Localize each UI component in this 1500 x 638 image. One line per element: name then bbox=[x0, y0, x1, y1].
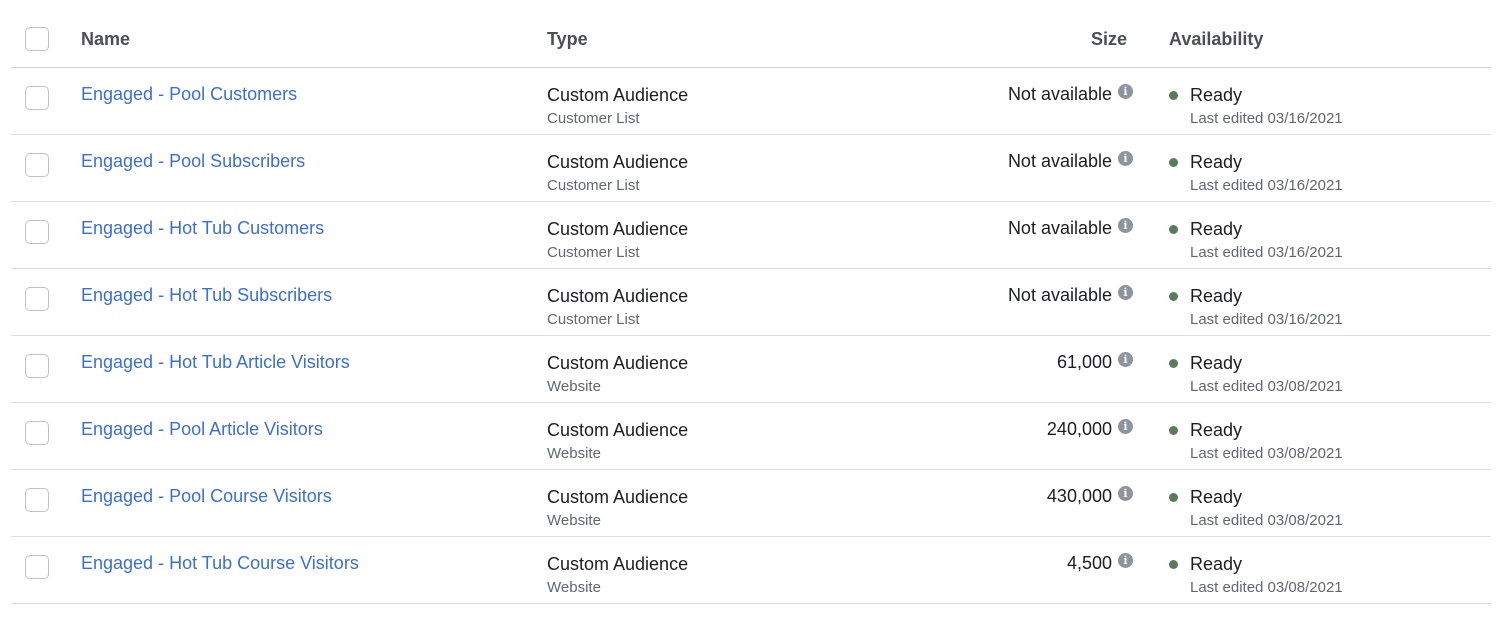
last-edited-text: Last edited 03/16/2021 bbox=[1190, 244, 1343, 261]
last-edited-text: Last edited 03/16/2021 bbox=[1190, 177, 1343, 194]
audience-subtype: Customer List bbox=[547, 244, 640, 261]
size-cell: 61,000 i bbox=[1057, 352, 1133, 373]
audience-size: 4,500 bbox=[1066, 553, 1112, 573]
status-dot-icon bbox=[1169, 225, 1178, 234]
audience-type: Custom Audience bbox=[547, 353, 689, 373]
size-cell: 240,000 i bbox=[1047, 419, 1133, 440]
audience-subtype: Website bbox=[547, 378, 601, 395]
audience-type: Custom Audience bbox=[547, 554, 689, 574]
row-checkbox[interactable] bbox=[25, 555, 49, 579]
status-dot-icon bbox=[1169, 426, 1178, 435]
last-edited-text: Last edited 03/08/2021 bbox=[1190, 579, 1343, 596]
size-cell: 430,000 i bbox=[1047, 486, 1133, 507]
row-checkbox[interactable] bbox=[25, 86, 49, 110]
audience-name-link[interactable]: Engaged - Pool Subscribers bbox=[81, 151, 305, 172]
availability-status: Ready bbox=[1190, 487, 1243, 507]
audience-type: Custom Audience bbox=[547, 420, 689, 440]
row-checkbox[interactable] bbox=[25, 488, 49, 512]
availability-status: Ready bbox=[1190, 286, 1243, 306]
column-header-availability[interactable]: Availability bbox=[1169, 29, 1263, 50]
column-header-name[interactable]: Name bbox=[81, 29, 130, 50]
row-checkbox[interactable] bbox=[25, 287, 49, 311]
last-edited-text: Last edited 03/08/2021 bbox=[1190, 378, 1343, 395]
availability-status: Ready bbox=[1190, 554, 1243, 574]
audience-name-link[interactable]: Engaged - Hot Tub Article Visitors bbox=[81, 352, 350, 373]
select-all-checkbox[interactable] bbox=[25, 27, 49, 51]
availability-status: Ready bbox=[1190, 353, 1243, 373]
table-row: Engaged - Pool Subscribers Custom Audien… bbox=[11, 135, 1491, 202]
audience-type: Custom Audience bbox=[547, 85, 689, 105]
audience-name-link[interactable]: Engaged - Hot Tub Customers bbox=[81, 218, 324, 239]
table-row: Engaged - Hot Tub Subscribers Custom Aud… bbox=[11, 269, 1491, 336]
status-dot-icon bbox=[1169, 292, 1178, 301]
audience-size: Not available bbox=[1007, 285, 1112, 305]
last-edited-text: Last edited 03/16/2021 bbox=[1190, 311, 1343, 328]
last-edited-text: Last edited 03/16/2021 bbox=[1190, 110, 1343, 127]
size-cell: 4,500 i bbox=[1067, 553, 1133, 574]
table-header: Name Type Size Availability bbox=[11, 0, 1491, 68]
audience-name-link[interactable]: Engaged - Hot Tub Subscribers bbox=[81, 285, 332, 306]
audience-size: Not available bbox=[1007, 151, 1112, 171]
audience-size: 430,000 bbox=[1046, 486, 1112, 506]
status-dot-icon bbox=[1169, 91, 1178, 100]
table-row: Engaged - Pool Customers Custom Audience… bbox=[11, 68, 1491, 135]
row-checkbox[interactable] bbox=[25, 153, 49, 177]
audiences-table: Name Type Size Availability Engaged - Po… bbox=[11, 0, 1491, 604]
audience-name-link[interactable]: Engaged - Pool Course Visitors bbox=[81, 486, 332, 507]
audience-subtype: Website bbox=[547, 512, 601, 529]
audience-name-link[interactable]: Engaged - Pool Customers bbox=[81, 84, 297, 105]
availability-status: Ready bbox=[1190, 219, 1243, 239]
status-dot-icon bbox=[1169, 493, 1178, 502]
audience-subtype: Website bbox=[547, 579, 601, 596]
size-cell: Not available i bbox=[1008, 285, 1133, 306]
table-row: Engaged - Pool Course Visitors Custom Au… bbox=[11, 470, 1491, 537]
audience-type: Custom Audience bbox=[547, 152, 689, 172]
size-cell: Not available i bbox=[1008, 84, 1133, 105]
info-icon[interactable]: i bbox=[1118, 553, 1133, 568]
status-dot-icon bbox=[1169, 158, 1178, 167]
status-dot-icon bbox=[1169, 560, 1178, 569]
info-icon[interactable]: i bbox=[1118, 84, 1133, 99]
info-icon[interactable]: i bbox=[1118, 151, 1133, 166]
size-cell: Not available i bbox=[1008, 218, 1133, 239]
audience-subtype: Customer List bbox=[547, 177, 640, 194]
row-checkbox[interactable] bbox=[25, 354, 49, 378]
audience-size: Not available bbox=[1007, 218, 1112, 238]
status-dot-icon bbox=[1169, 359, 1178, 368]
info-icon[interactable]: i bbox=[1118, 352, 1133, 367]
info-icon[interactable]: i bbox=[1118, 486, 1133, 501]
last-edited-text: Last edited 03/08/2021 bbox=[1190, 512, 1343, 529]
audience-subtype: Customer List bbox=[547, 110, 640, 127]
audience-size: Not available bbox=[1007, 84, 1112, 104]
table-row: Engaged - Hot Tub Article Visitors Custo… bbox=[11, 336, 1491, 403]
size-cell: Not available i bbox=[1008, 151, 1133, 172]
row-checkbox[interactable] bbox=[25, 220, 49, 244]
audience-size: 240,000 bbox=[1046, 419, 1112, 439]
audience-subtype: Customer List bbox=[547, 311, 640, 328]
audience-name-link[interactable]: Engaged - Pool Article Visitors bbox=[81, 419, 323, 440]
info-icon[interactable]: i bbox=[1118, 218, 1133, 233]
audience-subtype: Website bbox=[547, 445, 601, 462]
last-edited-text: Last edited 03/08/2021 bbox=[1190, 445, 1343, 462]
audience-type: Custom Audience bbox=[547, 286, 689, 306]
column-header-size[interactable]: Size bbox=[1091, 29, 1127, 50]
table-row: Engaged - Hot Tub Customers Custom Audie… bbox=[11, 202, 1491, 269]
audience-size: 61,000 bbox=[1056, 352, 1112, 372]
row-checkbox[interactable] bbox=[25, 421, 49, 445]
audience-type: Custom Audience bbox=[547, 219, 689, 239]
availability-status: Ready bbox=[1190, 85, 1243, 105]
table-row: Engaged - Pool Article Visitors Custom A… bbox=[11, 403, 1491, 470]
audience-type: Custom Audience bbox=[547, 487, 689, 507]
info-icon[interactable]: i bbox=[1118, 419, 1133, 434]
audience-name-link[interactable]: Engaged - Hot Tub Course Visitors bbox=[81, 553, 359, 574]
table-row: Engaged - Hot Tub Course Visitors Custom… bbox=[11, 537, 1491, 604]
availability-status: Ready bbox=[1190, 152, 1243, 172]
column-header-type[interactable]: Type bbox=[547, 29, 588, 50]
info-icon[interactable]: i bbox=[1118, 285, 1133, 300]
availability-status: Ready bbox=[1190, 420, 1243, 440]
